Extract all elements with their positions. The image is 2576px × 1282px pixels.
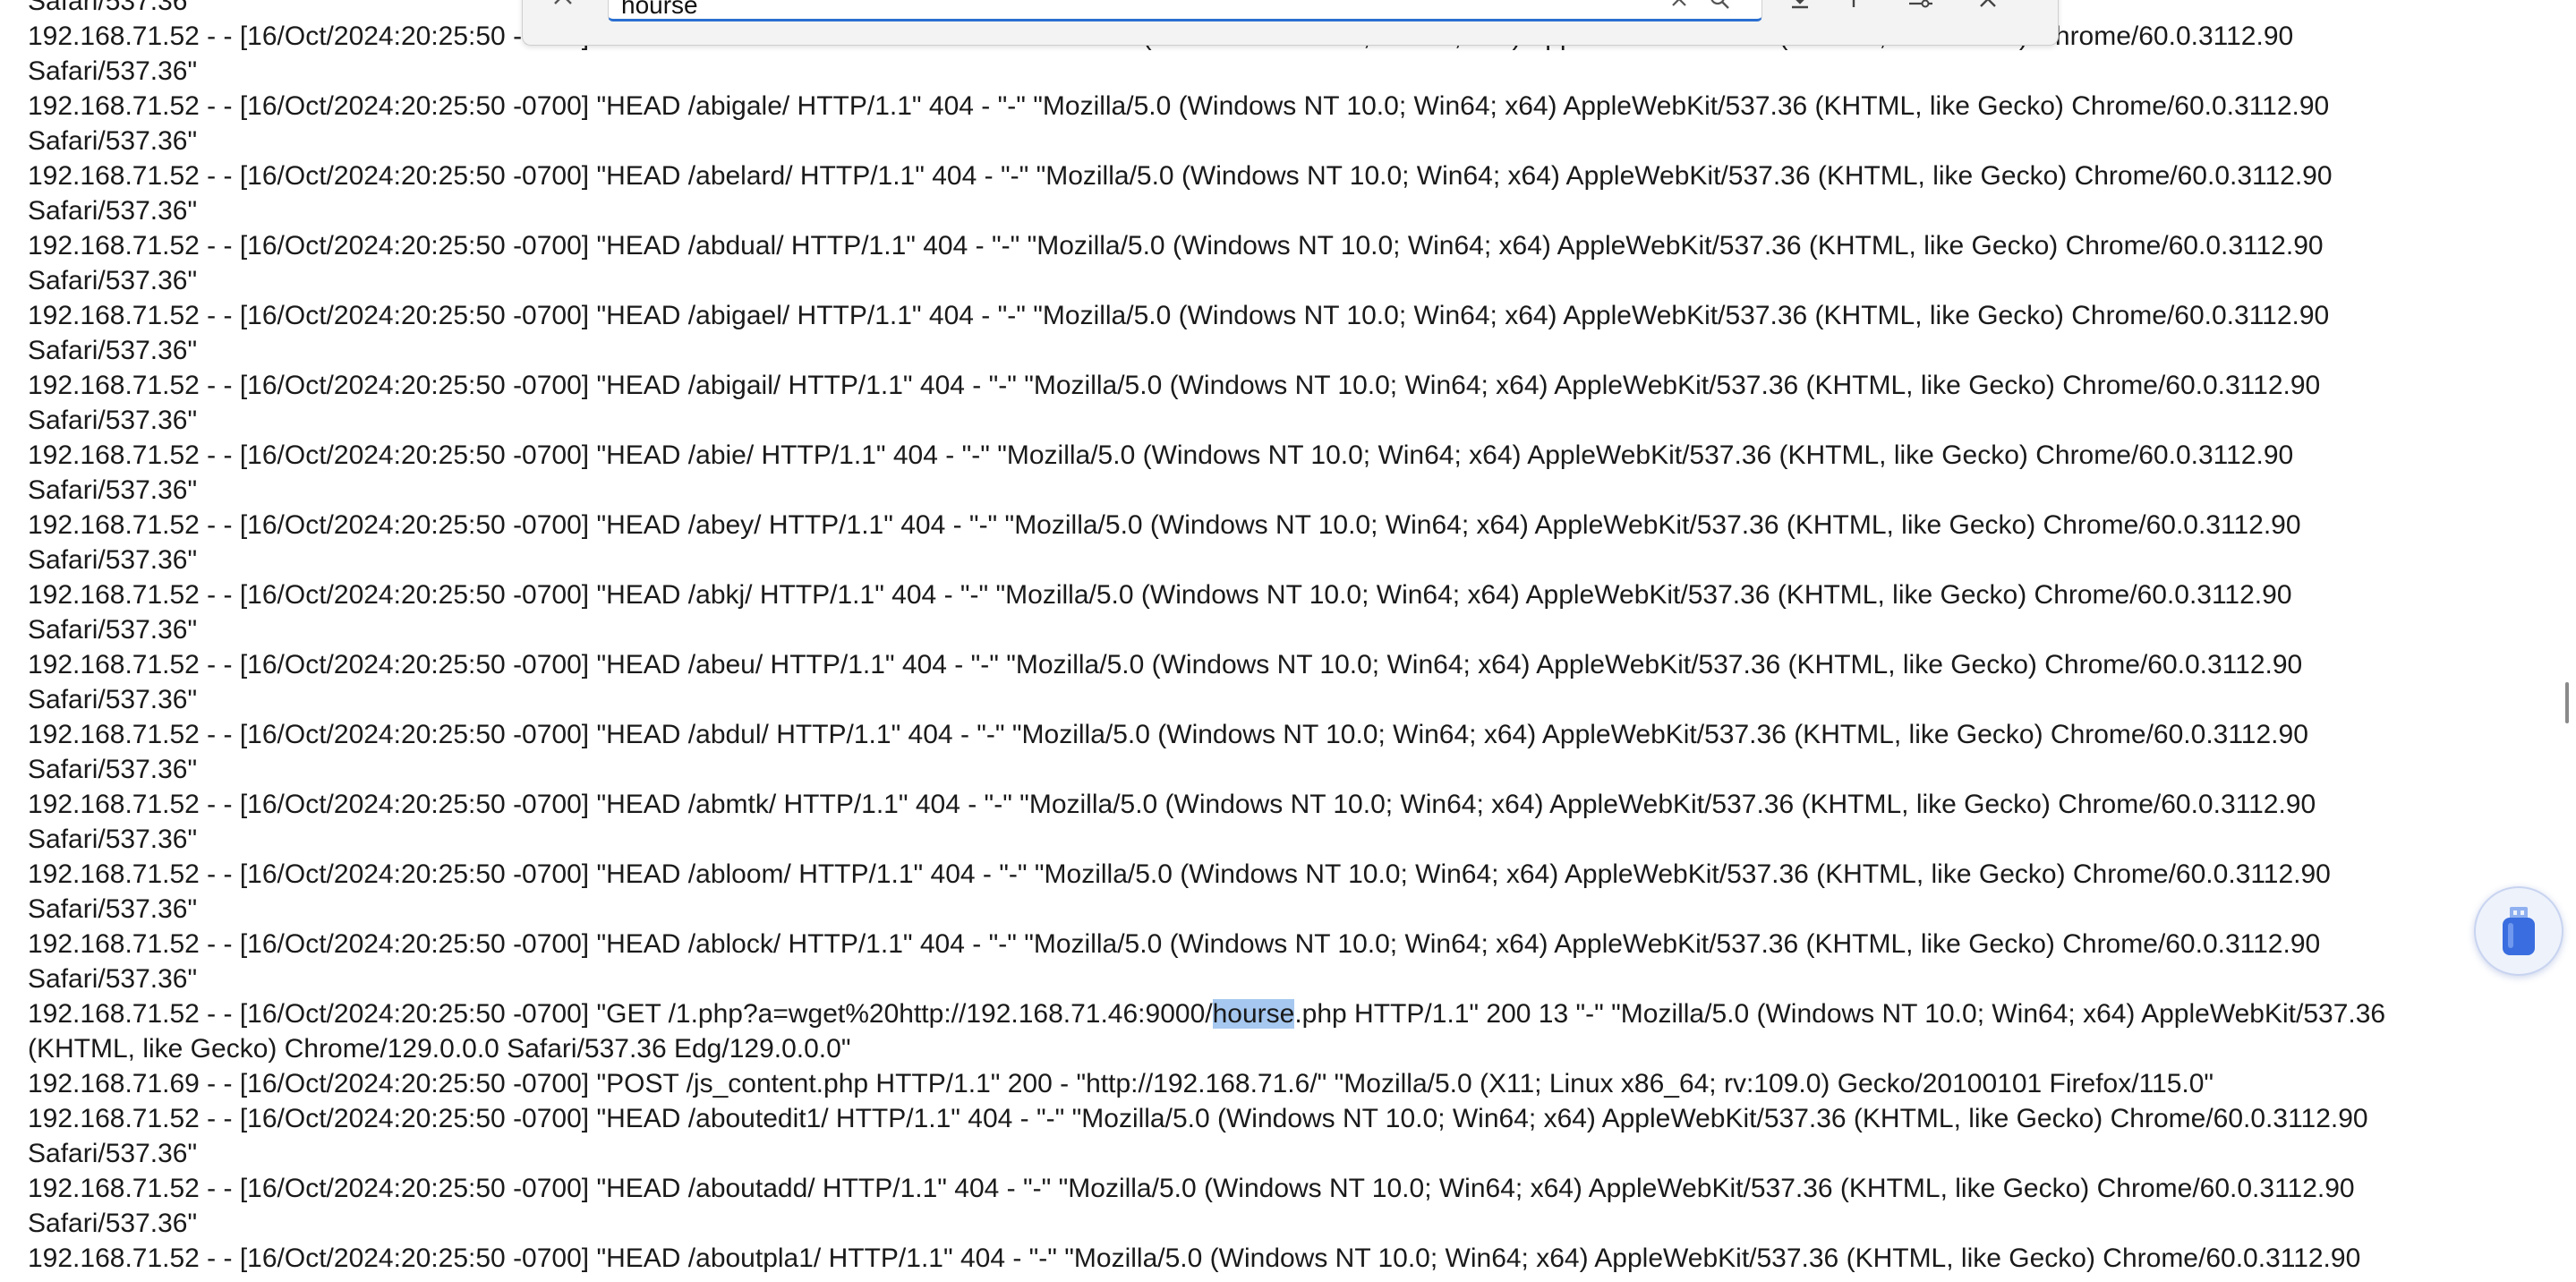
log-line: 192.168.71.52 - - [16/Oct/2024:20:25:50 …	[28, 510, 2301, 540]
log-line: 192.168.71.52 - - [16/Oct/2024:20:25:50 …	[28, 790, 2316, 819]
usb-drive-icon[interactable]	[2474, 886, 2563, 976]
log-line: 192.168.71.52 - - [16/Oct/2024:20:25:50 …	[28, 929, 2321, 959]
find-next-icon[interactable]	[1785, 0, 1815, 13]
log-line: Safari/537.36"	[28, 266, 198, 295]
log-line: Safari/537.36"	[28, 196, 198, 226]
log-line: 192.168.71.52 - - [16/Oct/2024:20:25:50 …	[28, 440, 2294, 470]
log-line: 192.168.71.52 - - [16/Oct/2024:20:25:50 …	[28, 231, 2324, 261]
log-line: 192.168.71.69 - - [16/Oct/2024:20:25:50 …	[28, 1069, 2214, 1098]
close-icon[interactable]	[1973, 0, 2003, 13]
log-line: 192.168.71.52 - - [16/Oct/2024:20:25:50 …	[28, 161, 2333, 191]
log-line: Safari/537.36"	[28, 615, 198, 645]
search-icon[interactable]	[1704, 0, 1735, 13]
log-line: 192.168.71.52 - - [16/Oct/2024:20:25:50 …	[28, 1244, 2361, 1273]
log-line: Safari/537.36"	[28, 126, 198, 156]
log-line: Safari/537.36"	[28, 56, 198, 86]
scrollbar-thumb[interactable]	[2565, 682, 2569, 723]
log-line: Safari/537.36"	[28, 685, 198, 714]
log-line: 192.168.71.52 - - [16/Oct/2024:20:25:50 …	[28, 1174, 2355, 1203]
log-line-text: .php HTTP/1.1" 200 13 "-" "Mozilla/5.0 (…	[1294, 999, 2386, 1029]
log-line: Safari/537.36"	[28, 336, 198, 365]
log-line: 192.168.71.52 - - [16/Oct/2024:20:25:50 …	[28, 650, 2303, 679]
find-input[interactable]	[608, 0, 1762, 21]
log-line: 192.168.71.52 - - [16/Oct/2024:20:25:50 …	[28, 301, 2330, 330]
log-line: Safari/537.36"	[28, 1209, 198, 1238]
log-line: 192.168.71.52 - - [16/Oct/2024:20:25:50 …	[28, 91, 2330, 121]
log-viewer[interactable]: Safari/537.36" 192.168.71.52 - - [16/Oct/…	[0, 0, 2551, 1282]
log-line: 192.168.71.52 - - [16/Oct/2024:20:25:50 …	[28, 1104, 2368, 1133]
log-line: (KHTML, like Gecko) Chrome/129.0.0.0 Saf…	[28, 1034, 851, 1064]
options-icon[interactable]	[1906, 0, 1936, 13]
log-line: Safari/537.36"	[28, 1139, 198, 1168]
log-line: 192.168.71.52 - - [16/Oct/2024:20:25:50 …	[28, 720, 2308, 749]
log-line: 192.168.71.52 - - [16/Oct/2024:20:25:50 …	[28, 859, 2331, 889]
log-line: Safari/537.36"	[28, 475, 198, 505]
find-previous-icon[interactable]	[1838, 0, 1869, 13]
find-bar	[522, 0, 2059, 46]
log-line: 192.168.71.52 - - [16/Oct/2024:20:25:50 …	[28, 996, 2534, 1031]
log-line: 192.168.71.52 - - [16/Oct/2024:20:25:50 …	[28, 580, 2292, 610]
log-line-text: 192.168.71.52 - - [16/Oct/2024:20:25:50 …	[28, 999, 1213, 1029]
search-match-highlight: hourse	[1212, 999, 1295, 1029]
log-line: Safari/537.36"	[28, 755, 198, 784]
clear-icon[interactable]	[1664, 0, 1694, 13]
log-line: Safari/537.36"	[28, 545, 198, 575]
log-line: Safari/537.36"	[28, 964, 198, 994]
log-line: 192.168.71.52 - - [16/Oct/2024:20:25:50 …	[28, 371, 2321, 400]
log-line: Safari/537.36"	[28, 406, 198, 435]
chevron-up-icon[interactable]	[548, 0, 578, 13]
log-line: Safari/537.36"	[28, 825, 198, 854]
log-line: Safari/537.36"	[28, 894, 198, 924]
log-text: Safari/537.36" 192.168.71.52 - - [16/Oct/…	[28, 0, 2534, 1276]
